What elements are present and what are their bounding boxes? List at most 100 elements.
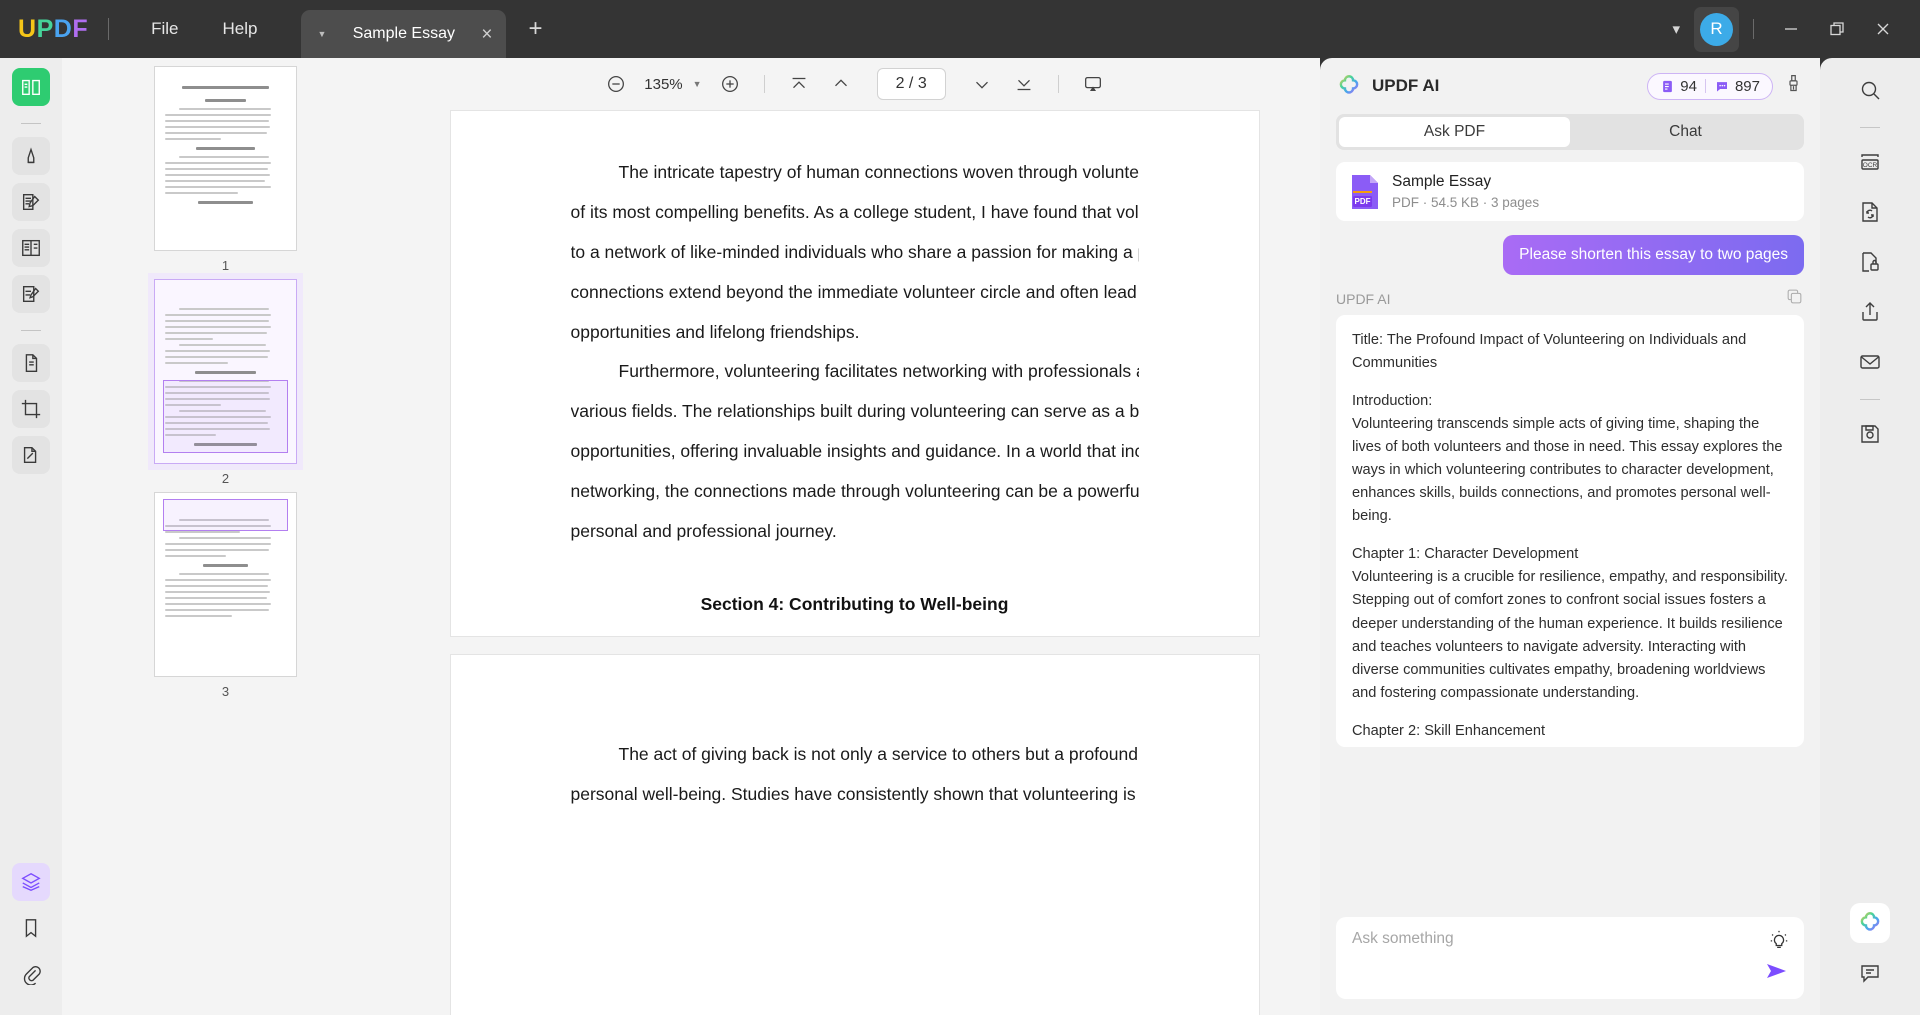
tool-convert[interactable] [1850, 192, 1890, 232]
previous-page-icon [834, 79, 847, 87]
convert-page-icon [23, 446, 37, 464]
document-view[interactable]: The intricate tapestry of human connecti… [389, 110, 1320, 1015]
assistant-label: UPDF AI [1336, 291, 1391, 307]
svg-text:PDF: PDF [1355, 197, 1371, 206]
paragraph-line: networking, the connections made through… [570, 481, 1139, 502]
zoom-in-icon [721, 76, 738, 92]
thumbnail-preview [154, 66, 297, 251]
sidebar-item-edit-pdf[interactable] [12, 183, 50, 221]
doc-card-text: Sample Essay PDF · 54.5 KB · 3 pages [1392, 173, 1539, 210]
selection-highlight-box [163, 380, 288, 453]
answer-paragraph: Title: The Profound Impact of Volunteeri… [1352, 332, 1747, 372]
sidebar-item-attachments[interactable] [12, 955, 50, 993]
sidebar-item-comment[interactable] [12, 275, 50, 313]
sidebar-item-layers[interactable] [12, 863, 50, 901]
toolbar-divider [1057, 75, 1059, 93]
copy-page-icon [25, 354, 38, 372]
logo-letter-f: F [72, 14, 89, 43]
menu-help[interactable]: Help [201, 13, 280, 45]
feedback-chat-icon [1861, 965, 1879, 983]
tool-share[interactable] [1850, 292, 1890, 332]
pages-count: 94 [1680, 77, 1697, 95]
pdf-file-icon: PDF [1352, 174, 1378, 209]
sidebar-item-annotate[interactable] [12, 137, 50, 175]
paragraph-line: opportunities, offering invaluable insig… [570, 441, 1139, 462]
new-tab-button[interactable]: + [528, 17, 542, 41]
tab-chat[interactable]: Chat [1570, 117, 1801, 147]
presentation-button[interactable] [1075, 68, 1111, 100]
tool-save[interactable] [1850, 414, 1890, 454]
zoom-in-button[interactable] [712, 68, 748, 100]
sidebar-item-reader-mode[interactable] [12, 68, 50, 106]
convert-file-icon [1862, 202, 1878, 222]
tab-ask-pdf[interactable]: Ask PDF [1339, 117, 1570, 147]
next-page-button[interactable] [964, 68, 1000, 100]
zoom-out-button[interactable] [598, 68, 634, 100]
ai-input-area[interactable]: Ask something [1336, 917, 1804, 999]
minimize-button[interactable] [1768, 9, 1814, 49]
thumbnail-page-3[interactable]: 3 [62, 492, 389, 699]
attached-document-card[interactable]: PDF Sample Essay PDF · 54.5 KB · 3 pages [1336, 162, 1804, 221]
zoom-level[interactable]: 135% [644, 76, 682, 93]
chevron-down-icon[interactable]: ▼ [317, 29, 326, 39]
sidebar-item-convert[interactable] [12, 436, 50, 474]
share-icon [1862, 302, 1878, 321]
tool-email[interactable] [1850, 342, 1890, 382]
paragraph-line: to a network of like-minded individuals … [570, 241, 1139, 262]
assistant-answer: Title: The Profound Impact of Volunteeri… [1336, 315, 1804, 747]
close-button[interactable] [1860, 9, 1906, 49]
comment-edit-icon [22, 285, 40, 303]
crop-icon [21, 399, 41, 419]
logo-letter-u: U [18, 14, 37, 43]
maximize-button[interactable] [1814, 9, 1860, 49]
first-page-button[interactable] [781, 68, 817, 100]
doc-card-meta: PDF · 54.5 KB · 3 pages [1392, 195, 1540, 210]
lock-document-icon [1862, 252, 1879, 272]
next-page-icon [975, 81, 988, 89]
chevron-down-icon[interactable]: ▼ [693, 79, 702, 89]
tool-feedback[interactable] [1850, 953, 1890, 993]
zoom-out-icon [608, 76, 625, 92]
paragraph-line: of its most compelling benefits. As a co… [570, 201, 1139, 222]
ask-input-placeholder[interactable]: Ask something [1352, 930, 1788, 948]
thumbnail-page-1[interactable]: 1 [62, 66, 389, 273]
updf-ai-flower-icon [1339, 75, 1359, 94]
suggestions-button[interactable] [1768, 929, 1790, 956]
document-tab[interactable]: ▼ Sample Essay × [301, 10, 507, 58]
clear-chat-button[interactable] [1783, 73, 1804, 99]
chat-badge: 897 [1714, 78, 1760, 95]
tool-ocr[interactable]: OCR [1850, 142, 1890, 182]
sidebar-item-crop[interactable] [12, 390, 50, 428]
copy-response-button[interactable] [1785, 287, 1804, 311]
page-indicator[interactable]: 2 / 3 [876, 68, 946, 100]
tool-updf-ai[interactable] [1850, 903, 1890, 943]
close-icon[interactable]: × [481, 25, 492, 44]
menu-file[interactable]: File [129, 13, 200, 45]
chevron-down-icon[interactable]: ▾ [1658, 12, 1694, 46]
logo-letter-d: D [53, 14, 73, 43]
pages-badge: 94 [1660, 78, 1697, 95]
rail-divider [1860, 127, 1880, 128]
sidebar-item-bookmarks[interactable] [12, 909, 50, 947]
thumbnail-panel[interactable]: 1 2 3 [62, 58, 389, 1015]
ai-panel-title: UPDF AI [1372, 76, 1440, 95]
tool-protect[interactable] [1850, 242, 1890, 282]
sidebar-item-organize-pages[interactable] [12, 229, 50, 267]
updf-ai-flower-icon [1860, 912, 1880, 931]
section-heading: Section 4: Contributing to Well-being [700, 593, 1009, 614]
save-icon [1861, 425, 1879, 443]
thumb-heading [181, 86, 270, 89]
tool-search[interactable] [1850, 70, 1890, 110]
first-page-icon [792, 77, 805, 89]
thumbnail-number: 3 [221, 684, 230, 699]
sidebar-item-page-tools[interactable] [12, 344, 50, 382]
account-button[interactable]: R [1694, 6, 1739, 52]
previous-page-button[interactable] [823, 68, 859, 100]
last-page-button[interactable] [1006, 68, 1042, 100]
avatar: R [1700, 12, 1733, 46]
thumb-heading [204, 99, 247, 102]
thumbnail-page-2[interactable]: 2 [62, 279, 389, 486]
window-divider [1753, 19, 1754, 39]
send-button[interactable] [1764, 960, 1790, 987]
paragraph-line: The intricate tapestry of human connecti… [618, 162, 1139, 182]
